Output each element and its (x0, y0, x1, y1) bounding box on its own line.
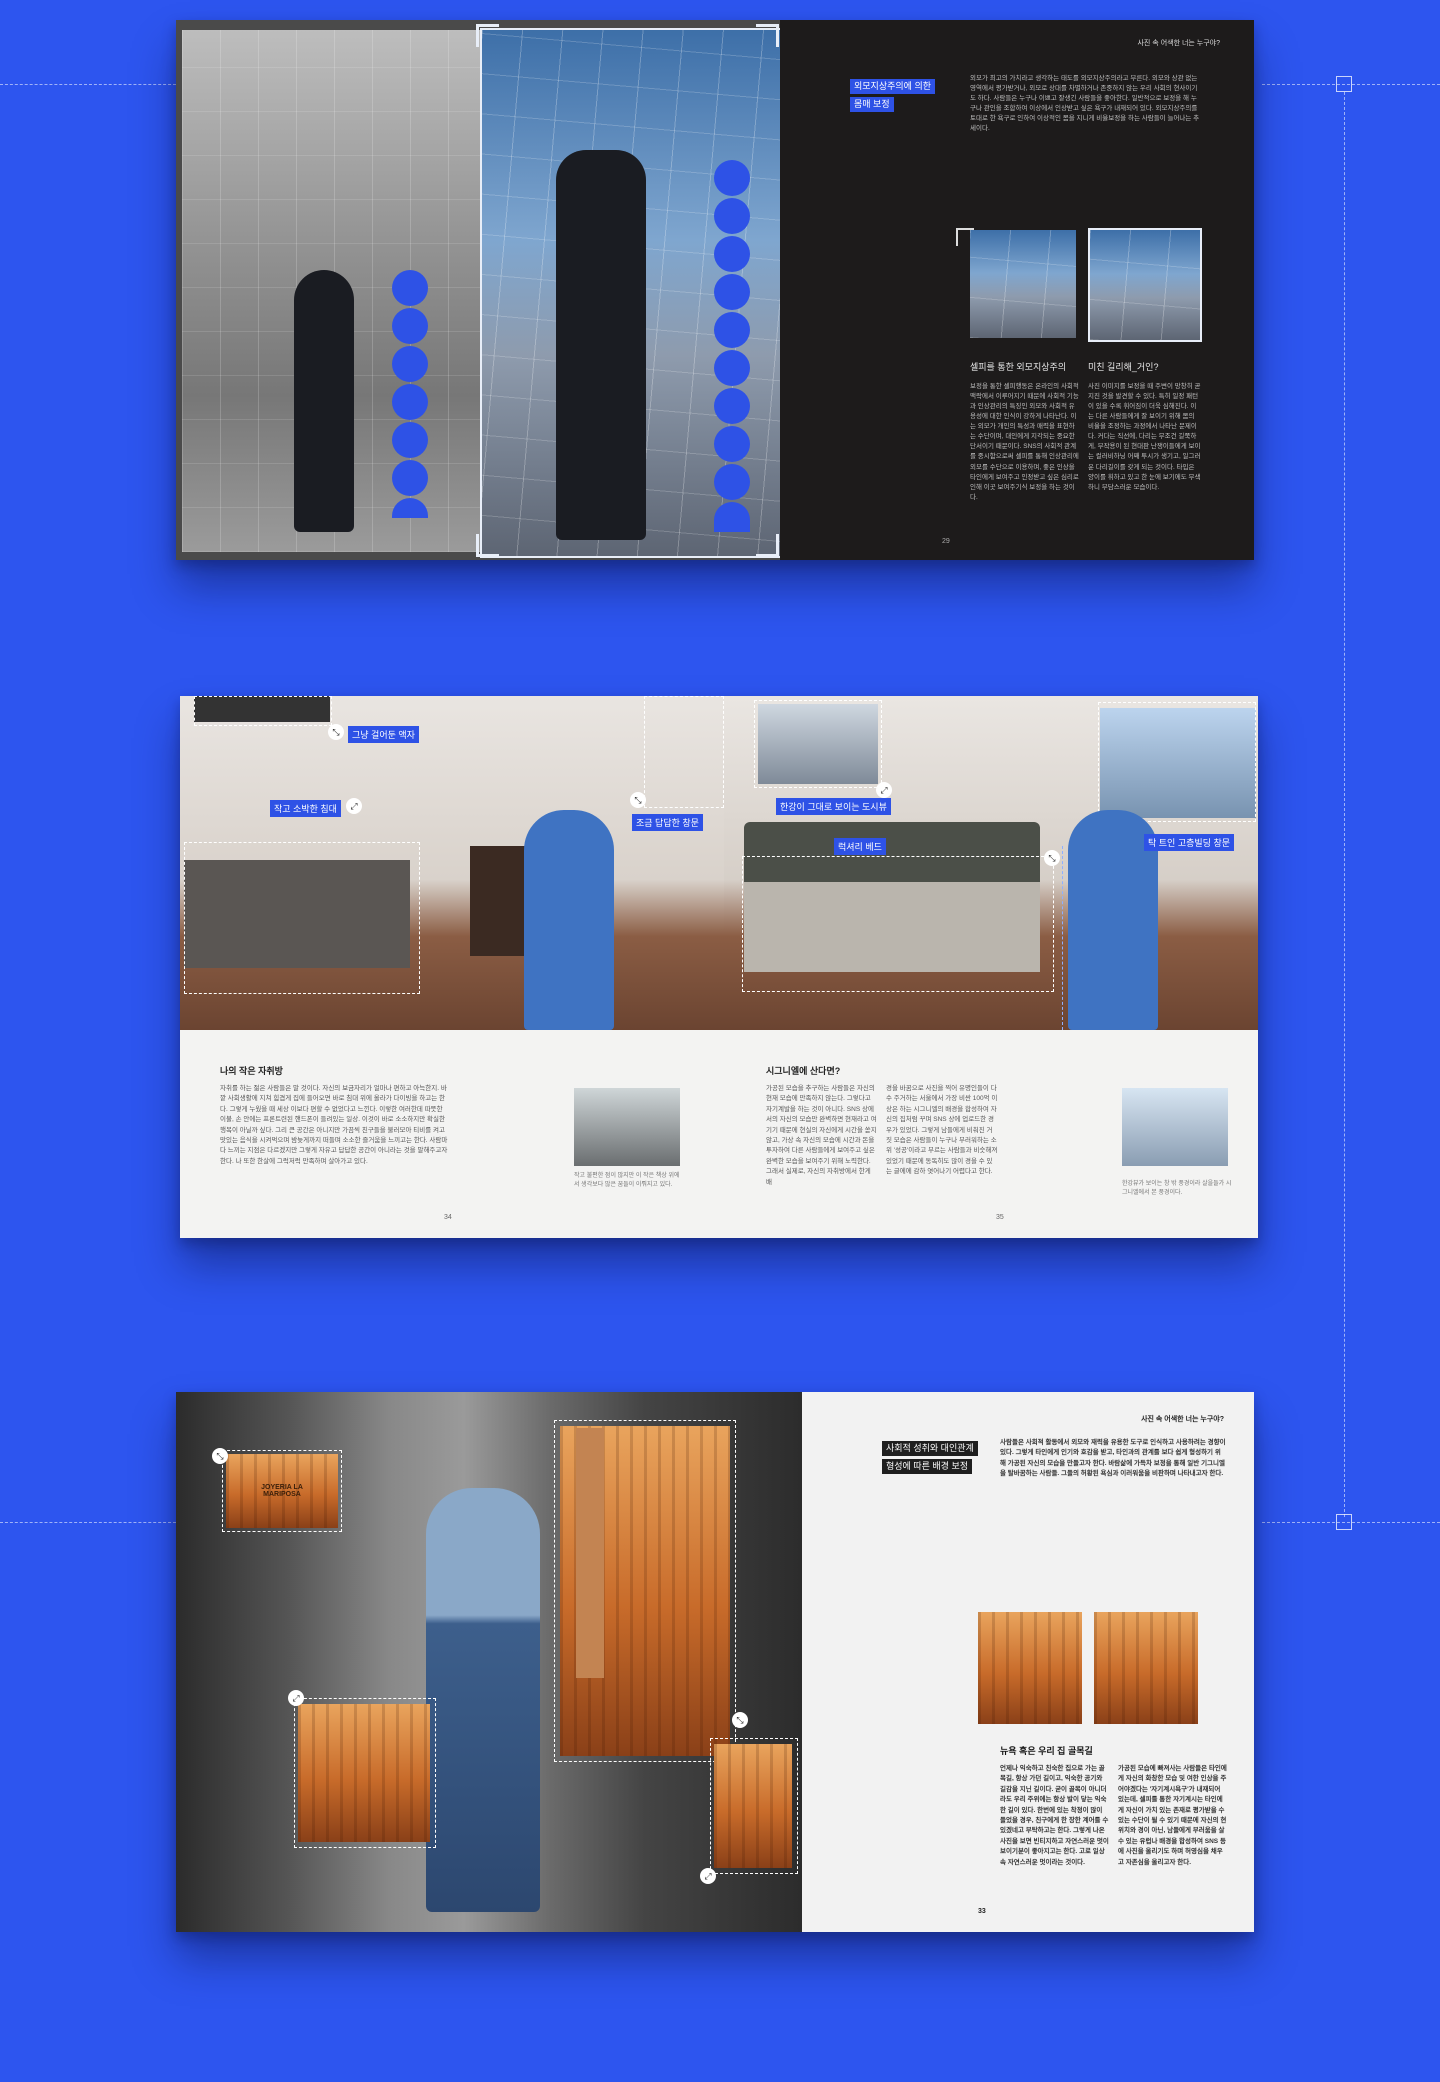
tag-line: 외모지상주의에 의한 (850, 79, 936, 94)
resize-arrow-icon[interactable]: ⤡ (732, 1712, 748, 1728)
desk-photo (574, 1088, 680, 1166)
thumbnail-photo (1094, 1612, 1198, 1724)
guide-line (0, 84, 176, 85)
right-page: ⤢ 한강이 그대로 보이는 도시뷰 럭셔리 베드 ⤡ 탁 트인 고층빌딩 창문 … (724, 696, 1258, 1238)
guide-line (0, 1522, 176, 1523)
running-head: 사진 속 어색한 너는 누구야? (1137, 40, 1220, 47)
crop-corner (756, 24, 779, 47)
figure-silhouette (294, 270, 354, 532)
resize-arrow-icon[interactable]: ⤡ (328, 724, 344, 740)
photo-caption: 작고 불편한 점이 많지만 이 작은 책상 위에서 생각보다 많은 꿈들이 이뤄… (574, 1173, 680, 1188)
callout-bed: 럭셔리 베드 (834, 838, 886, 855)
spread-3: JOYERIA LA MARIPOSA ⤡ ⤢ ⤡ ⤢ 사진 속 어색한 너는 … (176, 1392, 1254, 1932)
column-text: 사진 이미지를 보정을 때 주변이 망창히 곧지진 것을 발견할 수 있다. 특… (1088, 383, 1201, 491)
running-head: 사진 속 어색한 너는 누구야? (1141, 1416, 1224, 1423)
photo-caption: 한강뷰가 보이는 창 밖 풍경이라 살을들가 시그니엘에서 본 풍경이다. (1122, 1181, 1232, 1196)
page-number: 35 (996, 1214, 1004, 1221)
figure-silhouette (556, 150, 646, 540)
selection-outline (554, 1420, 736, 1762)
callout-city: 한강이 그대로 보이는 도시뷰 (776, 798, 891, 815)
photo-page (176, 20, 780, 560)
callout-window: 탁 트인 고층빌딩 창문 (1144, 834, 1235, 851)
callout-bed: 작고 소박한 침대 (270, 800, 341, 817)
column-heading: 미친 길리해_거인? (1088, 362, 1159, 372)
column-text: 언제나 익숙하고 친숙한 집으로 가는 골목길, 항상 가던 길이고, 익숙한 … (1000, 1765, 1109, 1866)
thumbnail-photo (1088, 228, 1202, 342)
guide-line (1344, 92, 1345, 1517)
person (524, 810, 614, 1030)
person (426, 1488, 540, 1912)
spread-2: ⤡ 그냥 걸어둔 액자 ⤢ 작고 소박한 침대 ⤡ 조금 답답한 창문 나의 작… (180, 696, 1258, 1238)
resize-arrow-icon[interactable]: ⤢ (346, 798, 362, 814)
crop-corner (476, 24, 499, 47)
window-photo (1122, 1088, 1228, 1166)
column-heading: 셀피를 통한 외모지상주의 (970, 362, 1067, 372)
crop-corner (756, 534, 779, 557)
page-number: 33 (978, 1908, 986, 1915)
guide-marker (1336, 1514, 1352, 1530)
selection-outline (644, 696, 724, 808)
page-number: 34 (444, 1214, 452, 1221)
selection-outline (222, 1450, 342, 1532)
selection-outline (742, 856, 1054, 992)
body-text: 가공된 모습을 추구하는 사람들은 자신의 현재 모습에 만족하지 않는다. 그… (766, 1085, 877, 1186)
section-heading: 시그니엘에 산다면? (766, 1066, 841, 1076)
section-tag: 사회적 성취와 대인관계 형성에 따른 배경 보정 (882, 1438, 992, 1475)
resize-arrow-icon[interactable]: ⤢ (876, 782, 892, 798)
body-text: 자취를 하는 젊은 사람들은 말 것이다. 자신의 보금자리가 얼마나 편하고 … (220, 1085, 448, 1165)
resize-arrow-icon[interactable]: ⤢ (288, 1690, 304, 1706)
text-page: 사진 속 어색한 너는 누구야? 사회적 성취와 대인관계 형성에 따른 배경 … (802, 1392, 1254, 1932)
text-page: 사진 속 어색한 너는 누구야? 외모지상주의에 의한 몸매 보정 외모가 최고… (780, 20, 1254, 560)
section-heading: 뉴욕 혹은 우리 집 골목길 (1000, 1746, 1093, 1756)
guide-marker (1336, 76, 1352, 92)
body-text: 경을 바꿈으로 사진을 찍어 유명인들이 다수 주거하는 서울에서 가장 비싼 … (886, 1085, 998, 1176)
thumbnail-photo (970, 230, 1076, 338)
section-tag: 외모지상주의에 의한 몸매 보정 (850, 76, 950, 112)
callout-frame: 그냥 걸어둔 액자 (348, 726, 419, 743)
spread-1: 사진 속 어색한 너는 누구야? 외모지상주의에 의한 몸매 보정 외모가 최고… (176, 20, 1254, 560)
selection-outline (1098, 702, 1256, 822)
crop-corner (476, 534, 499, 557)
tag-line: 사회적 성취와 대인관계 (882, 1441, 978, 1457)
column-text: 가공된 모습에 빠져사는 사람들은 타인에게 자신의 화창한 모습 및 여한 인… (1118, 1765, 1227, 1866)
resize-arrow-icon[interactable]: ⤢ (700, 1868, 716, 1884)
selection-outline (754, 700, 882, 788)
left-page: ⤡ 그냥 걸어둔 액자 ⤢ 작고 소박한 침대 ⤡ 조금 답답한 창문 나의 작… (180, 696, 725, 1238)
column-text: 보정을 통한 셀피행동은 온라인의 사회적 맥락에서 이루어지기 때문에 사회적… (970, 383, 1079, 501)
selection-outline (710, 1738, 798, 1874)
street-page: JOYERIA LA MARIPOSA ⤡ ⤢ ⤡ ⤢ (176, 1392, 802, 1932)
tag-line: 형성에 따른 배경 보정 (882, 1459, 973, 1475)
page-number: 29 (942, 538, 950, 545)
selection-outline (184, 842, 420, 994)
selection-outline (1062, 846, 1063, 1030)
callout-window: 조금 답답한 창문 (632, 814, 703, 831)
resize-arrow-icon[interactable]: ⤡ (630, 792, 646, 808)
resize-arrow-icon[interactable]: ⤡ (1044, 850, 1060, 866)
resize-arrow-icon[interactable]: ⤡ (212, 1448, 228, 1464)
intro-text: 사람들은 사회적 활동에서 외모와 재력을 유용한 도구로 인식하고 사용하려는… (1000, 1439, 1226, 1478)
selection-outline (294, 1698, 436, 1848)
intro-text: 외모가 최고의 가치라고 생각하는 태도를 외모지상주의라고 부른다. 외모와 … (970, 75, 1200, 133)
tag-line: 몸매 보정 (850, 97, 894, 112)
thumbnail-photo (978, 1612, 1082, 1724)
section-heading: 나의 작은 자취방 (220, 1066, 283, 1076)
selection-outline (194, 696, 332, 726)
